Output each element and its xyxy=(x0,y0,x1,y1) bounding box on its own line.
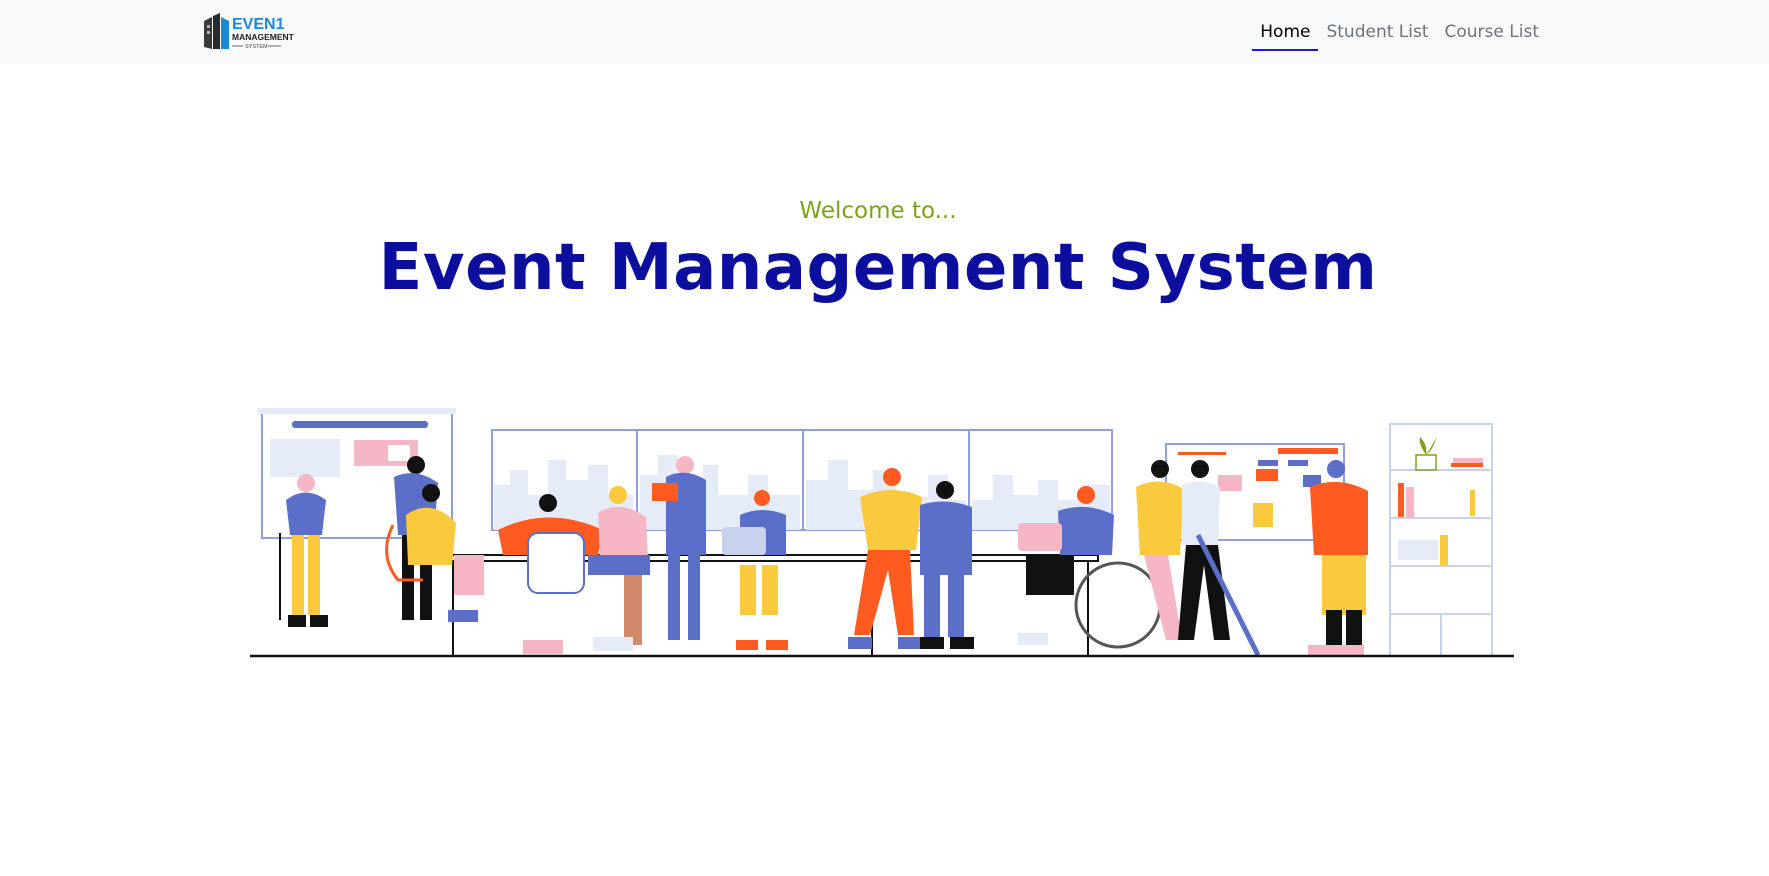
building-logo-icon: EVEN1 MANAGEMENT SYSTEM xyxy=(204,13,295,50)
nav-link-course-list[interactable]: Course List xyxy=(1437,16,1547,49)
navbar: EVEN1 MANAGEMENT SYSTEM Home Student Lis… xyxy=(0,0,1769,64)
nav-link-home[interactable]: Home xyxy=(1252,16,1319,51)
welcome-subtitle: Welcome to... xyxy=(799,198,957,224)
office-team-meeting-illustration xyxy=(250,408,1514,658)
page-title: Event Management System xyxy=(378,231,1378,305)
nav-link-student-list[interactable]: Student List xyxy=(1318,16,1436,49)
hero-illustration xyxy=(248,405,1516,660)
svg-text:EVEN1: EVEN1 xyxy=(232,16,285,33)
svg-text:SYSTEM: SYSTEM xyxy=(245,44,268,50)
main-nav: Home Student List Course List xyxy=(1252,0,1547,64)
svg-text:MANAGEMENT: MANAGEMENT xyxy=(232,32,295,42)
brand-logo[interactable]: EVEN1 MANAGEMENT SYSTEM xyxy=(202,11,312,51)
